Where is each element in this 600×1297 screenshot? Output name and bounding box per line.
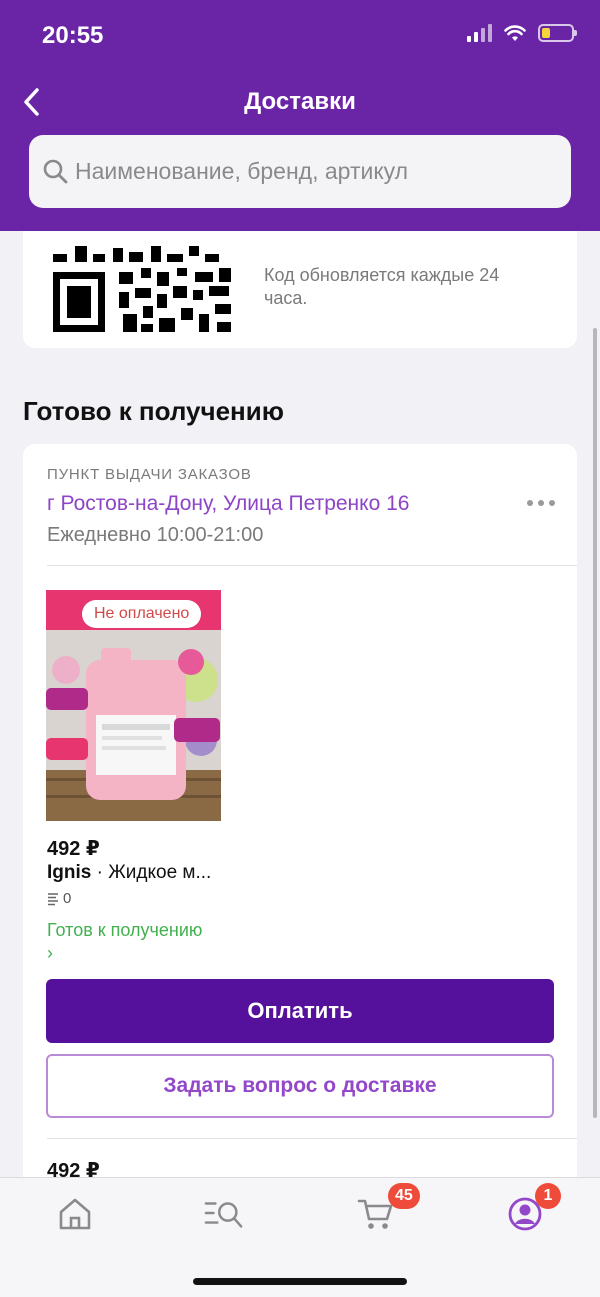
divider <box>47 565 577 566</box>
catalog-search-icon <box>204 1202 243 1228</box>
list-icon <box>48 892 58 905</box>
tab-catalog[interactable] <box>204 1194 244 1234</box>
status-icons <box>467 24 577 42</box>
product-quantity: 0 <box>47 890 71 907</box>
pickup-address[interactable]: г Ростов-на-Дону, Улица Петренко 16 <box>47 492 409 516</box>
product-name[interactable]: Ignis · Жидкое м... <box>47 862 211 884</box>
product-title: · Жидкое м... <box>91 862 212 883</box>
search-input[interactable] <box>75 158 545 185</box>
search-bar[interactable] <box>29 135 571 208</box>
product-brand: Ignis <box>47 862 92 883</box>
pay-button[interactable]: Оплатить <box>46 979 554 1043</box>
product-price: 492 ₽ <box>47 838 100 860</box>
ask-delivery-question-button[interactable]: Задать вопрос о доставке <box>46 1054 554 1118</box>
page-title: Доставки <box>244 88 356 115</box>
quantity-value: 0 <box>63 890 72 907</box>
wifi-icon <box>504 24 526 41</box>
more-icon[interactable] <box>527 500 555 506</box>
divider <box>47 1138 577 1139</box>
cart-badge: 45 <box>388 1183 420 1209</box>
pickup-label: ПУНКТ ВЫДАЧИ ЗАКАЗОВ <box>47 466 252 483</box>
qr-code <box>53 246 231 332</box>
home-indicator <box>193 1278 407 1285</box>
search-icon <box>43 159 68 183</box>
unpaid-badge: Не оплачено <box>82 600 202 628</box>
ready-status-text: Готов к получению <box>47 920 203 940</box>
product-image[interactable]: Не оплачено <box>46 590 221 821</box>
tab-home[interactable] <box>55 1194 95 1234</box>
order-card: ПУНКТ ВЫДАЧИ ЗАКАЗОВ г Ростов-на-Дону, У… <box>23 444 577 1204</box>
chevron-right-icon: › <box>47 943 53 963</box>
header: 20:55 Доставки <box>0 0 600 231</box>
signal-icon <box>467 24 492 42</box>
tab-cart[interactable]: 45 <box>356 1183 420 1234</box>
status-time: 20:55 <box>42 22 104 49</box>
battery-icon <box>538 24 577 42</box>
qr-update-note: Код обновляется каждые 24 часа. <box>264 265 500 308</box>
pickup-hours: Ежедневно 10:00-21:00 <box>47 524 264 546</box>
home-icon <box>59 1198 91 1230</box>
scrollbar[interactable] <box>593 328 597 1118</box>
ready-status[interactable]: Готов к получению › <box>47 919 202 965</box>
profile-badge: 1 <box>535 1183 561 1209</box>
section-title: Готово к получению <box>23 396 284 426</box>
tab-profile[interactable]: 1 <box>505 1183 561 1234</box>
